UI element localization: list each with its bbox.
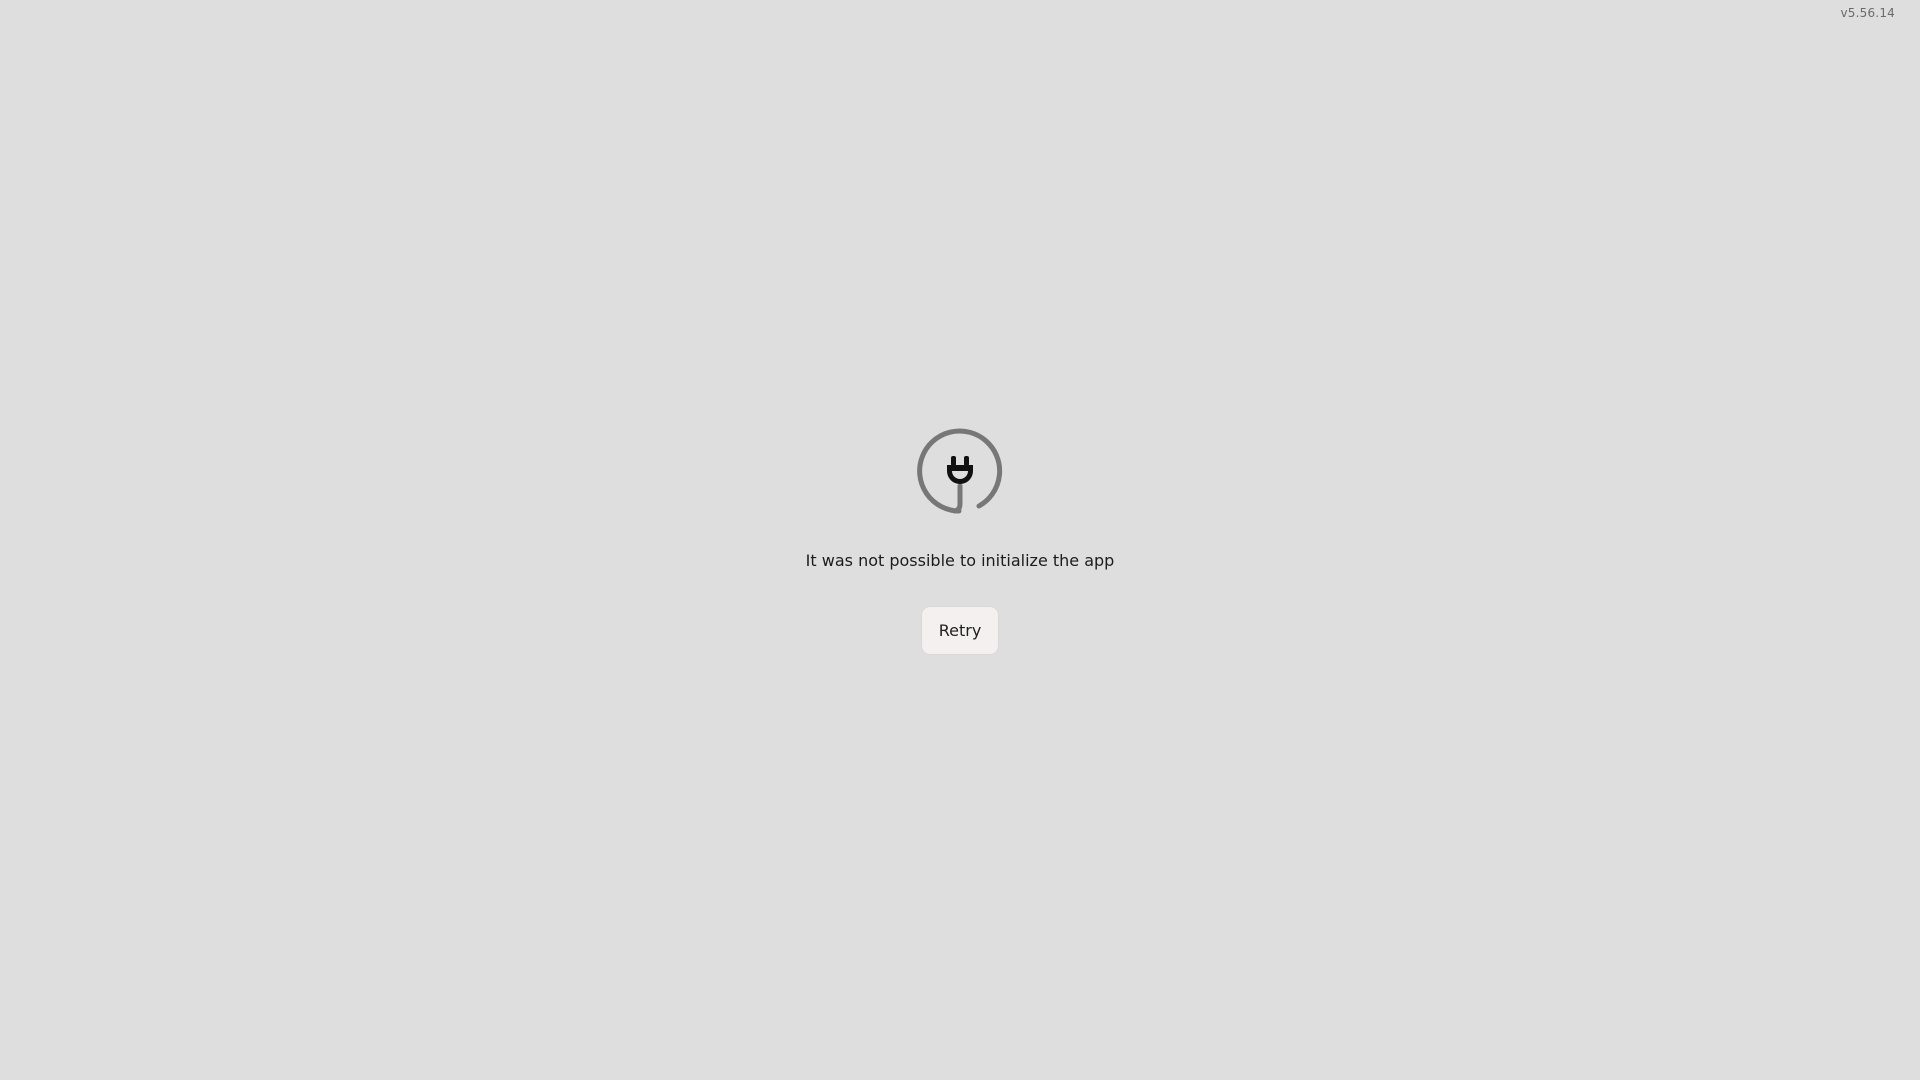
app-version: v5.56.14 (1840, 6, 1895, 20)
retry-button[interactable]: Retry (922, 607, 998, 654)
plug-disconnected-icon (915, 426, 1005, 516)
error-message: It was not possible to initialize the ap… (805, 551, 1115, 570)
error-screen: v5.56.14 It was not possible to initiali… (0, 0, 1920, 1080)
